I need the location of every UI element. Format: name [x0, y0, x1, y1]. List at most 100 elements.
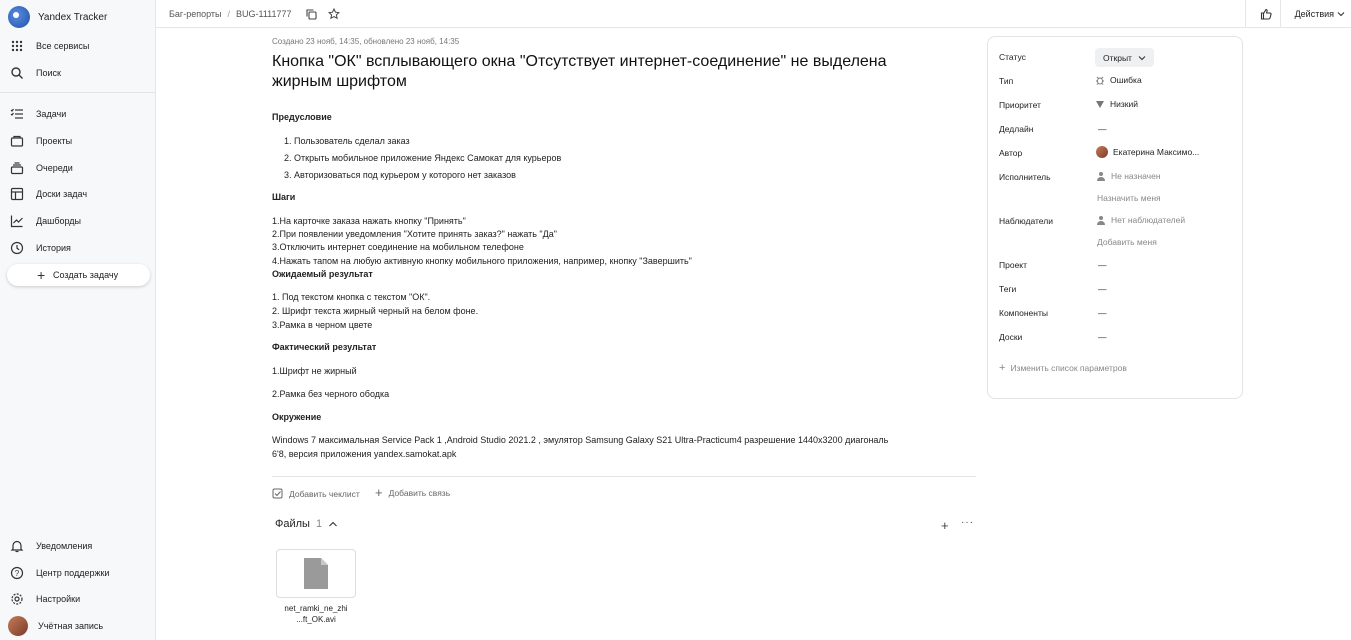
- param-label: Статус: [999, 52, 1026, 62]
- param-label: Проект: [999, 260, 1027, 270]
- issue-title[interactable]: Кнопка "ОК" всплывающего окна "Отсутству…: [272, 52, 922, 92]
- plus-icon: +: [375, 485, 383, 500]
- divider: [1245, 0, 1246, 28]
- files-header[interactable]: Файлы 1: [275, 518, 338, 530]
- add-file-icon[interactable]: +: [941, 518, 949, 533]
- add-checklist-label: Добавить чеклист: [289, 488, 360, 499]
- sidebar-item-search[interactable]: Поиск: [10, 65, 61, 81]
- sidebar-item-account[interactable]: Учётная запись: [8, 615, 103, 637]
- sidebar-item-all-services[interactable]: Все сервисы: [10, 38, 89, 54]
- sidebar-item-projects[interactable]: Проекты: [10, 133, 72, 149]
- actions-label: Действия: [1294, 9, 1334, 19]
- environment-line: Windows 7 максимальная Service Pack 1 ,A…: [272, 435, 889, 445]
- sidebar-item-history[interactable]: История: [10, 240, 71, 256]
- list-item: 3. Авторизоваться под курьером у которог…: [284, 170, 516, 180]
- section-heading: Шаги: [272, 192, 296, 202]
- sidebar-item-label: История: [36, 243, 71, 253]
- issue-parameters-panel: Статус Открыт Тип Ошибка Приоритет Низки…: [987, 36, 1243, 399]
- file-name[interactable]: net_ramki_ne_zhi ...ft_OK.avi: [276, 603, 356, 625]
- param-label: Теги: [999, 284, 1017, 294]
- param-label: Компоненты: [999, 308, 1048, 318]
- projects-icon: [10, 135, 24, 147]
- assign-me-link[interactable]: Назначить меня: [1097, 193, 1161, 203]
- brand[interactable]: Yandex Tracker: [8, 6, 107, 28]
- list-item: 1.Шрифт не жирный: [272, 366, 357, 376]
- chevron-down-icon: [1337, 12, 1345, 17]
- status-dropdown[interactable]: Открыт: [1095, 48, 1154, 67]
- boards-icon: [10, 187, 24, 201]
- sidebar-item-label: Центр поддержки: [36, 568, 110, 578]
- plus-icon: +: [999, 361, 1006, 374]
- tags-value[interactable]: —: [1098, 284, 1107, 294]
- more-icon[interactable]: ···: [961, 517, 974, 528]
- list-item: 3.Рамка в черном цвете: [272, 320, 373, 330]
- list-item: 2.Рамка без черного ободка: [272, 389, 390, 399]
- file-card[interactable]: [276, 549, 356, 598]
- star-icon[interactable]: [327, 7, 341, 21]
- list-item: 2. Шрифт текста жирный черный на белом ф…: [272, 306, 479, 316]
- boards-value[interactable]: —: [1098, 332, 1107, 342]
- avatar: [1096, 146, 1108, 158]
- sidebar-item-settings[interactable]: Настройки: [10, 591, 80, 607]
- sidebar-item-label: Учётная запись: [38, 621, 104, 631]
- deadline-value[interactable]: —: [1098, 124, 1107, 134]
- project-value[interactable]: —: [1098, 260, 1107, 270]
- help-icon: ?: [10, 566, 24, 580]
- breadcrumb-issue-key[interactable]: BUG-1111777: [236, 9, 292, 19]
- list-item: 3.Отключить интернет соединение на мобил…: [272, 242, 524, 252]
- change-params-button[interactable]: + Изменить список параметров: [999, 361, 1127, 374]
- param-label: Наблюдатели: [999, 216, 1053, 226]
- sidebar-item-label: Поиск: [36, 68, 61, 78]
- actions-dropdown[interactable]: Действия: [1295, 9, 1345, 19]
- sidebar-item-queues[interactable]: Очереди: [10, 160, 73, 176]
- queues-icon: [10, 162, 24, 175]
- add-me-link[interactable]: Добавить меня: [1097, 237, 1157, 247]
- chevron-down-icon: [1138, 55, 1146, 60]
- priority-low-icon: [1096, 101, 1104, 108]
- copy-icon[interactable]: [304, 7, 318, 21]
- add-checklist-button[interactable]: Добавить чеклист: [272, 488, 360, 499]
- param-label: Исполнитель: [999, 172, 1051, 182]
- param-type[interactable]: Ошибка: [1095, 75, 1142, 85]
- gear-icon: [11, 593, 23, 605]
- issue-meta: Создано 23 нояб, 14:35, обновлено 23 ноя…: [272, 37, 460, 46]
- sidebar-item-dashboards[interactable]: Дашборды: [10, 213, 81, 229]
- breadcrumb-separator: /: [227, 9, 230, 19]
- user-icon: [1097, 216, 1105, 225]
- list-item: 2. Открыть мобильное приложение Яндекс С…: [284, 153, 562, 163]
- sidebar-item-notifications[interactable]: Уведомления: [10, 538, 92, 554]
- search-icon: [11, 67, 23, 79]
- svg-text:?: ?: [15, 569, 20, 578]
- param-author[interactable]: Екатерина Максимо...: [1096, 146, 1199, 158]
- section-heading: Окружение: [272, 412, 322, 422]
- sidebar-item-tasks[interactable]: Задачи: [10, 106, 66, 122]
- param-followers[interactable]: Нет наблюдателей: [1096, 215, 1185, 225]
- thumbs-up-icon[interactable]: [1259, 7, 1273, 21]
- param-label: Автор: [999, 148, 1023, 158]
- section-heading: Предусловие: [272, 112, 332, 122]
- files-count: 1: [315, 518, 323, 530]
- sidebar-item-label: Доски задач: [36, 189, 88, 199]
- tracker-logo-icon: [8, 6, 30, 28]
- change-params-label: Изменить список параметров: [1010, 363, 1127, 373]
- param-assignee[interactable]: Не назначен: [1096, 171, 1161, 181]
- sidebar-item-boards[interactable]: Доски задач: [10, 186, 87, 202]
- param-priority[interactable]: Низкий: [1095, 99, 1138, 109]
- create-task-label: Создать задачу: [53, 270, 119, 280]
- breadcrumb-queue[interactable]: Баг-репорты: [169, 9, 221, 19]
- sidebar-item-support[interactable]: ? Центр поддержки: [10, 565, 109, 581]
- assignee-value: Не назначен: [1111, 171, 1161, 181]
- file-icon: [304, 558, 328, 589]
- type-value: Ошибка: [1110, 75, 1142, 85]
- tasks-icon: [10, 108, 23, 119]
- add-link-button[interactable]: + Добавить связь: [375, 485, 450, 500]
- sidebar-item-label: Проекты: [36, 136, 73, 146]
- param-label: Тип: [999, 76, 1014, 86]
- create-task-button[interactable]: + Создать задачу: [7, 264, 150, 286]
- user-icon: [1097, 172, 1105, 181]
- divider: [272, 476, 976, 477]
- chevron-up-icon: [329, 521, 337, 527]
- components-value[interactable]: —: [1098, 308, 1107, 318]
- section-heading: Фактический результат: [272, 342, 377, 352]
- sidebar-divider: [0, 92, 156, 93]
